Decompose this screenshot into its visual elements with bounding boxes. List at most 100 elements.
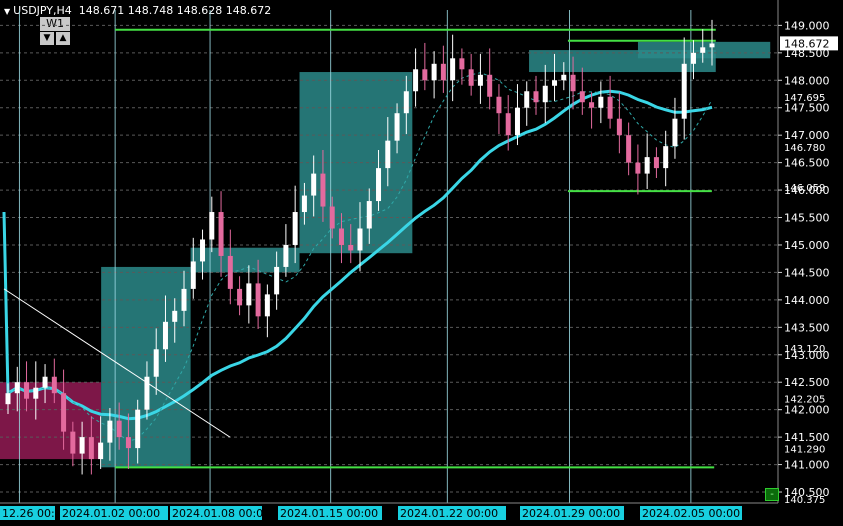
time-axis: 12.26 00:002024.01.02 00:00 2024.01.08 00…: [0, 502, 778, 520]
candle-body: [79, 437, 85, 454]
candle-body: [366, 201, 372, 229]
candle-body: [348, 244, 354, 251]
candle-body: [505, 113, 511, 136]
candle-body: [440, 63, 446, 81]
candle-body: [626, 135, 632, 163]
candle-body: [663, 146, 669, 169]
candle-body: [125, 437, 131, 449]
time-label: 2024.01.22 00:00: [400, 507, 498, 520]
price-tick-label: 144.000: [784, 294, 830, 307]
level-price-label: 146.780: [784, 143, 825, 154]
level-price-label: 143.120: [784, 344, 825, 355]
candle-body: [394, 113, 400, 141]
candle-body: [552, 80, 558, 86]
candle-body: [274, 266, 280, 295]
candle-body: [589, 102, 595, 108]
candle-body: [172, 310, 178, 322]
chart-shift-button[interactable]: -: [765, 488, 779, 501]
candle-body: [283, 244, 289, 267]
candle-body: [190, 261, 196, 289]
candle-body: [450, 58, 456, 81]
candle-body: [24, 382, 30, 399]
price-tick-label: 149.000: [784, 19, 830, 32]
candle-body: [672, 118, 678, 147]
candle-body: [51, 376, 57, 394]
candle-body: [153, 349, 159, 377]
candle-body: [218, 212, 224, 256]
candle-body: [209, 212, 215, 240]
candle-body: [246, 283, 252, 306]
candle-body: [524, 91, 530, 108]
candle-body: [690, 52, 696, 64]
candle-body: [88, 437, 94, 460]
candle-body: [33, 387, 39, 399]
candle-body: [477, 74, 483, 86]
candle-body: [635, 162, 641, 174]
price-tick-label: 148.000: [784, 74, 830, 87]
candle-body: [709, 43, 715, 48]
candle-body: [561, 74, 567, 81]
candle-body: [135, 409, 141, 449]
candle-body: [357, 228, 363, 251]
price-axis: 149.000148.500148.000147.500147.000146.5…: [777, 0, 838, 506]
price-tick-label: 141.000: [784, 459, 830, 472]
candle-body: [496, 96, 502, 114]
candle-body: [200, 239, 206, 262]
time-label: 2024.01.29 00:00: [522, 507, 620, 520]
level-price-label: 140.375: [784, 495, 825, 506]
candle-body: [5, 393, 11, 405]
time-label: 2024.02.05 00:00: [642, 507, 740, 520]
candle-body: [607, 96, 613, 119]
price-chart[interactable]: 149.000148.500148.000147.500147.000146.5…: [0, 0, 843, 526]
candle-body: [681, 63, 687, 119]
zone-bear: [0, 382, 102, 460]
level-price-label: 147.695: [784, 93, 825, 104]
candle-body: [422, 69, 428, 81]
price-tick-label: 145.000: [784, 239, 830, 252]
price-tick-label: 146.500: [784, 157, 830, 170]
candle-body: [403, 91, 409, 114]
time-label: 2024.01.02 00:00: [62, 507, 160, 520]
candle-body: [329, 206, 335, 229]
candle-body: [70, 431, 76, 454]
candle-body: [431, 63, 437, 81]
current-price-label: 148.672: [784, 37, 830, 50]
zone-bull: [190, 247, 300, 273]
candle-body: [255, 283, 261, 317]
candle-body: [42, 376, 48, 388]
time-label: 2024.01.15 00:00: [280, 507, 378, 520]
candle-body: [487, 74, 493, 97]
candle-body: [61, 393, 67, 432]
level-price-label: 141.290: [784, 445, 825, 456]
candle-body: [385, 140, 391, 169]
candle-body: [301, 195, 307, 213]
candle-body: [468, 69, 474, 86]
candle-body: [292, 212, 298, 245]
candle-body: [320, 173, 326, 207]
candle-body: [700, 47, 706, 53]
price-tick-label: 141.500: [784, 431, 830, 444]
candle-body: [579, 91, 585, 103]
level-price-label: 146.059: [784, 183, 825, 194]
candle-body: [653, 157, 659, 169]
candle-body: [107, 420, 113, 443]
candle-body: [237, 288, 243, 306]
time-label: 12.26 00:00: [2, 507, 69, 520]
candle-body: [181, 288, 187, 311]
candle-body: [116, 420, 122, 438]
price-tick-label: 142.000: [784, 404, 830, 417]
candle-body: [162, 321, 168, 350]
candle-body: [98, 442, 104, 460]
candle-body: [644, 157, 650, 174]
price-tick-label: 147.000: [784, 129, 830, 142]
candle-body: [514, 107, 520, 136]
candle-body: [598, 96, 604, 108]
time-label: 2024.01.08 00:00: [172, 507, 270, 520]
level-price-label: 142.205: [784, 394, 825, 405]
candle-body: [311, 173, 317, 196]
candle-body: [14, 382, 20, 394]
candle-body: [542, 85, 548, 103]
candle-body: [227, 255, 233, 289]
candle-body: [570, 74, 576, 92]
candle-body: [144, 376, 150, 410]
